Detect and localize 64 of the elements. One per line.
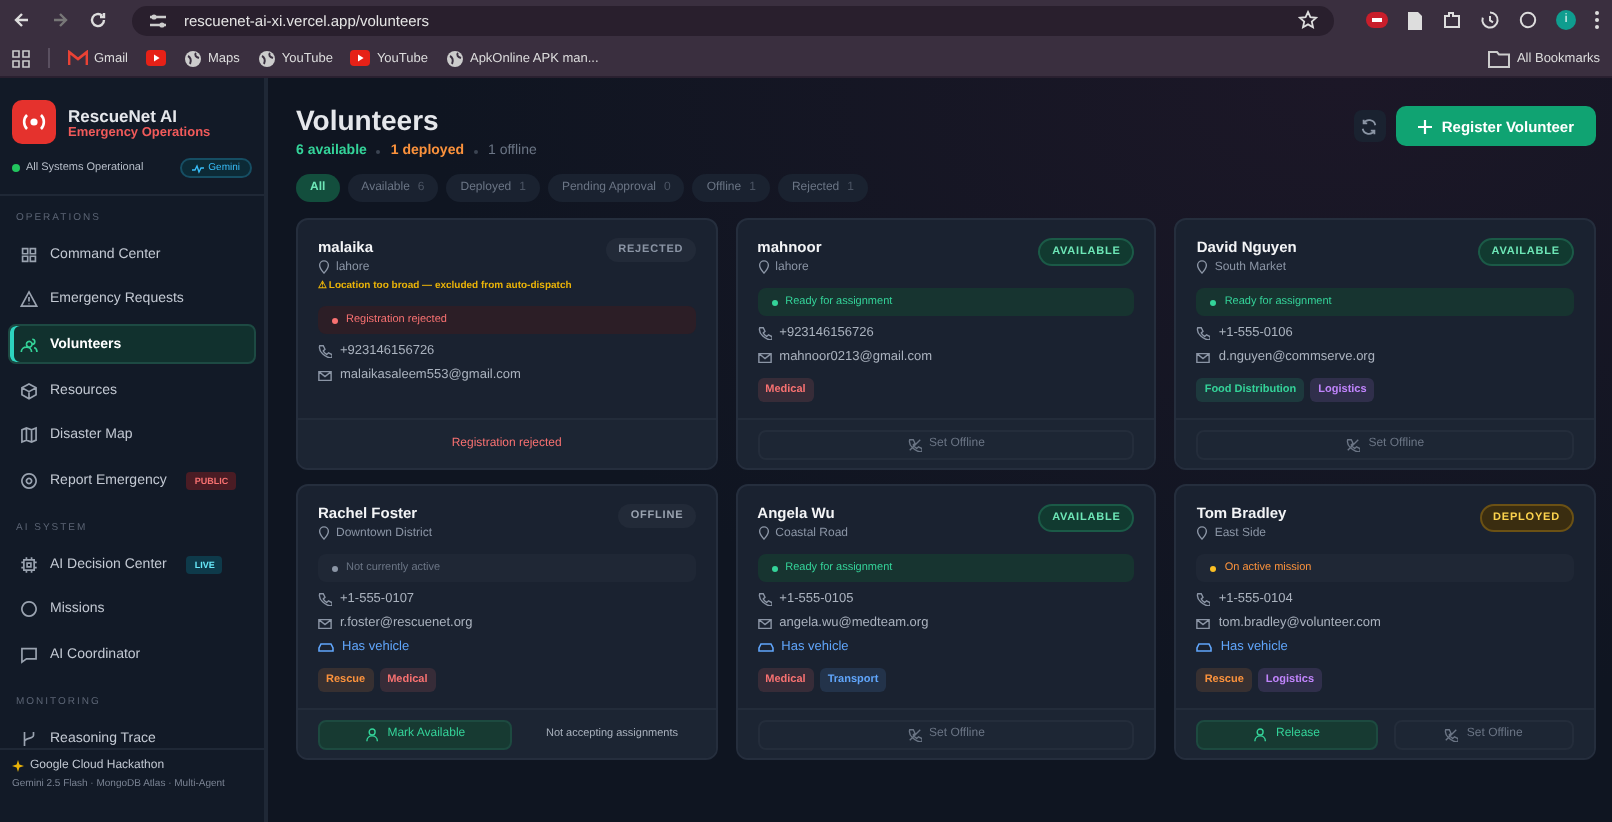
phone-icon <box>757 326 772 340</box>
extension-icon[interactable] <box>1366 10 1388 30</box>
phone-off-icon <box>1444 727 1459 741</box>
location-pin-icon <box>757 260 770 274</box>
circle-icon <box>20 600 38 619</box>
mail-icon <box>68 50 88 66</box>
branch-icon <box>20 729 38 748</box>
folder-icon <box>1488 49 1511 67</box>
location-pin-icon <box>757 526 770 540</box>
mail-icon <box>757 617 772 629</box>
refresh-button[interactable] <box>1353 110 1386 142</box>
globe-icon <box>445 49 464 67</box>
phone-off-icon <box>907 437 922 451</box>
extensions-icon[interactable] <box>1442 10 1462 30</box>
back-icon[interactable] <box>12 10 32 30</box>
car-icon <box>1196 641 1213 653</box>
reload-icon[interactable] <box>88 10 108 30</box>
chip-icon <box>20 555 38 574</box>
status-dot <box>12 164 20 172</box>
location-pin-icon <box>1196 526 1209 540</box>
play-icon <box>145 50 166 66</box>
logo-icon <box>12 100 56 144</box>
map-icon <box>20 426 38 445</box>
phone-icon <box>1196 326 1211 340</box>
globe-icon <box>183 49 202 67</box>
forward-icon[interactable] <box>50 10 70 30</box>
document-icon[interactable] <box>1406 9 1424 31</box>
car-icon <box>318 641 334 653</box>
phone-icon <box>757 592 772 606</box>
star-icon[interactable] <box>1298 10 1318 30</box>
mail-icon <box>1196 351 1211 363</box>
alert-icon <box>20 290 38 309</box>
location-pin-icon <box>1196 260 1209 274</box>
mail-icon <box>757 351 772 363</box>
globe-icon <box>257 49 276 67</box>
box-icon <box>20 381 38 400</box>
mail-icon <box>1196 617 1211 629</box>
plus-icon <box>1417 119 1432 133</box>
mail-icon <box>318 617 332 629</box>
location-pin-icon <box>318 526 330 540</box>
phone-icon <box>318 592 332 606</box>
location-pin-icon <box>318 260 330 274</box>
history-icon[interactable] <box>1480 10 1500 30</box>
user-icon <box>1253 727 1268 741</box>
mail-icon <box>318 369 332 381</box>
page-title: Volunteers <box>296 104 441 136</box>
user-icon <box>365 727 380 741</box>
apps-icon[interactable] <box>12 49 30 67</box>
phone-off-icon <box>907 727 922 741</box>
site-settings-icon[interactable] <box>148 11 168 29</box>
play-icon <box>350 50 371 66</box>
car-icon <box>757 641 774 653</box>
menu-icon[interactable] <box>1594 10 1600 30</box>
app-name: RescueNet AI <box>68 105 179 125</box>
phone-icon <box>318 344 332 358</box>
grid-icon <box>20 245 38 263</box>
phone-icon <box>1196 592 1211 606</box>
target-icon <box>20 471 38 490</box>
refresh-icon <box>1360 117 1379 135</box>
sparkle-icon <box>12 760 24 772</box>
chat-icon <box>20 646 38 664</box>
users-icon <box>20 335 38 354</box>
bookmark[interactable] <box>145 50 166 66</box>
phone-off-icon <box>1346 437 1361 451</box>
